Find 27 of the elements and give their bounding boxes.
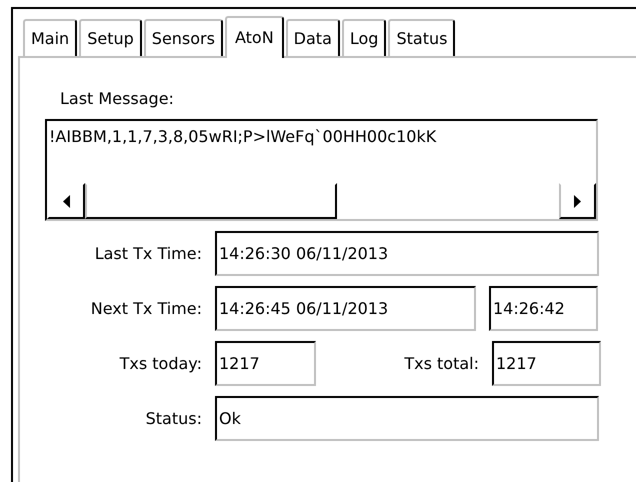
field-label: Txs today: <box>118 352 202 374</box>
field-label: Last Message: <box>60 91 175 107</box>
text-field[interactable]: 14:26:30 06/11/2013 <box>215 231 599 276</box>
text-field[interactable]: Ok <box>215 396 599 441</box>
tab[interactable]: Setup <box>79 19 142 56</box>
right-arrow-icon <box>574 194 581 208</box>
tab[interactable]: Status <box>388 19 456 56</box>
text-field[interactable]: 1217 <box>215 341 316 386</box>
message-text: !AIBBM,1,1,7,3,8,05wRI;P>lWeFq`00HH00c10kK <box>49 126 436 148</box>
scroll-left-button[interactable] <box>47 183 85 219</box>
tab[interactable]: Log <box>342 19 386 56</box>
text-field[interactable]: 14:26:42 <box>489 286 598 331</box>
tab[interactable]: Main <box>23 19 78 56</box>
scroll-right-button[interactable] <box>559 183 596 219</box>
text-field[interactable]: 1217 <box>492 341 601 386</box>
text-field[interactable]: 14:26:45 06/11/2013 <box>215 286 476 331</box>
tab[interactable]: Data <box>286 19 340 56</box>
field-label: Status: <box>144 408 202 430</box>
scroll-thumb[interactable] <box>85 183 337 219</box>
horizontal-scrollbar[interactable] <box>47 183 596 219</box>
message-box[interactable]: !AIBBM,1,1,7,3,8,05wRI;P>lWeFq`00HH00c10kK <box>45 119 598 221</box>
field-label: Last Tx Time: <box>94 242 202 264</box>
tab[interactable]: Sensors <box>144 19 223 56</box>
left-arrow-icon <box>62 194 70 208</box>
field-label: Txs total: <box>403 352 479 374</box>
tab[interactable]: AtoN <box>224 16 284 58</box>
field-label: Next Tx Time: <box>90 298 202 320</box>
